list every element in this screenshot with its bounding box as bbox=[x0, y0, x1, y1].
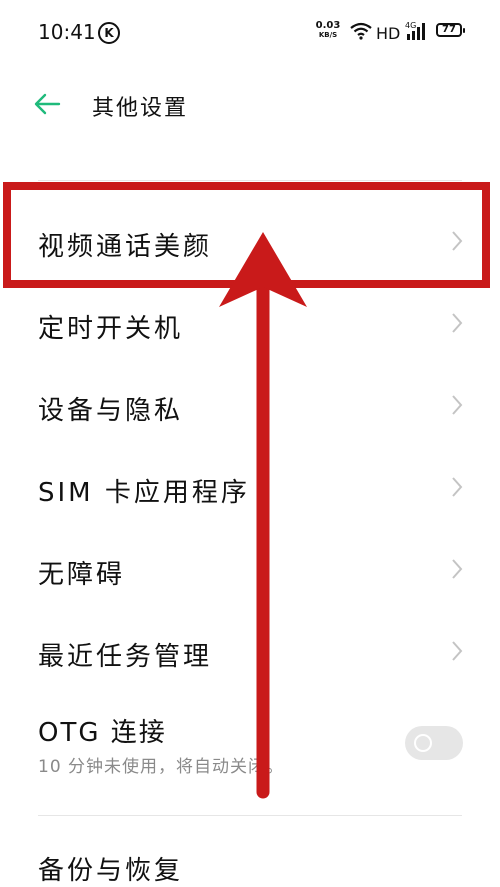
toggle-knob bbox=[414, 734, 432, 752]
cellular-signal-icon: 4G bbox=[405, 21, 425, 40]
network-speed-unit: KB/S bbox=[318, 31, 338, 39]
setting-label: 最近任务管理 bbox=[38, 642, 213, 672]
setting-label: 设备与隐私 bbox=[38, 396, 184, 426]
otg-toggle[interactable] bbox=[405, 726, 463, 760]
back-arrow-icon[interactable] bbox=[33, 92, 61, 116]
chevron-right-icon bbox=[452, 395, 463, 415]
chevron-right-icon bbox=[452, 641, 463, 661]
setting-otg: OTG 连接 10 分钟未使用，将自动关闭。 bbox=[0, 702, 500, 792]
otg-label: OTG 连接 bbox=[38, 718, 167, 748]
setting-accessibility[interactable]: 无障碍 bbox=[0, 528, 500, 610]
chevron-right-icon bbox=[452, 313, 463, 333]
status-time: 10:41 bbox=[38, 20, 96, 44]
chevron-right-icon bbox=[452, 559, 463, 579]
setting-device-privacy[interactable]: 设备与隐私 bbox=[0, 364, 500, 446]
otg-description: 10 分钟未使用，将自动关闭。 bbox=[38, 757, 285, 777]
cellular-label: 4G bbox=[405, 21, 416, 30]
setting-backup-restore[interactable]: 备份与恢复 bbox=[38, 850, 183, 887]
page-title: 其他设置 bbox=[92, 96, 189, 121]
divider bbox=[38, 180, 462, 181]
network-speed: 0.03 KB/S bbox=[313, 21, 343, 40]
battery-icon: 77 bbox=[436, 23, 465, 37]
page-header: 其他设置 bbox=[0, 64, 500, 144]
setting-recent-tasks[interactable]: 最近任务管理 bbox=[0, 610, 500, 692]
setting-label: 定时开关机 bbox=[38, 314, 184, 344]
setting-sim-apps[interactable]: SIM 卡应用程序 bbox=[0, 446, 500, 528]
setting-label: 无障碍 bbox=[38, 560, 126, 590]
divider bbox=[38, 815, 462, 816]
chevron-right-icon bbox=[452, 477, 463, 497]
setting-scheduled-power[interactable]: 定时开关机 bbox=[0, 282, 500, 364]
wifi-icon bbox=[350, 22, 372, 40]
k-badge-icon: K bbox=[98, 22, 120, 44]
status-bar: 10:41 K 0.03 KB/S HD 4G 77 bbox=[0, 0, 500, 64]
highlight-box bbox=[3, 182, 490, 288]
setting-label: SIM 卡应用程序 bbox=[38, 478, 250, 508]
network-speed-value: 0.03 bbox=[315, 20, 341, 31]
hd-label: HD bbox=[376, 24, 401, 43]
